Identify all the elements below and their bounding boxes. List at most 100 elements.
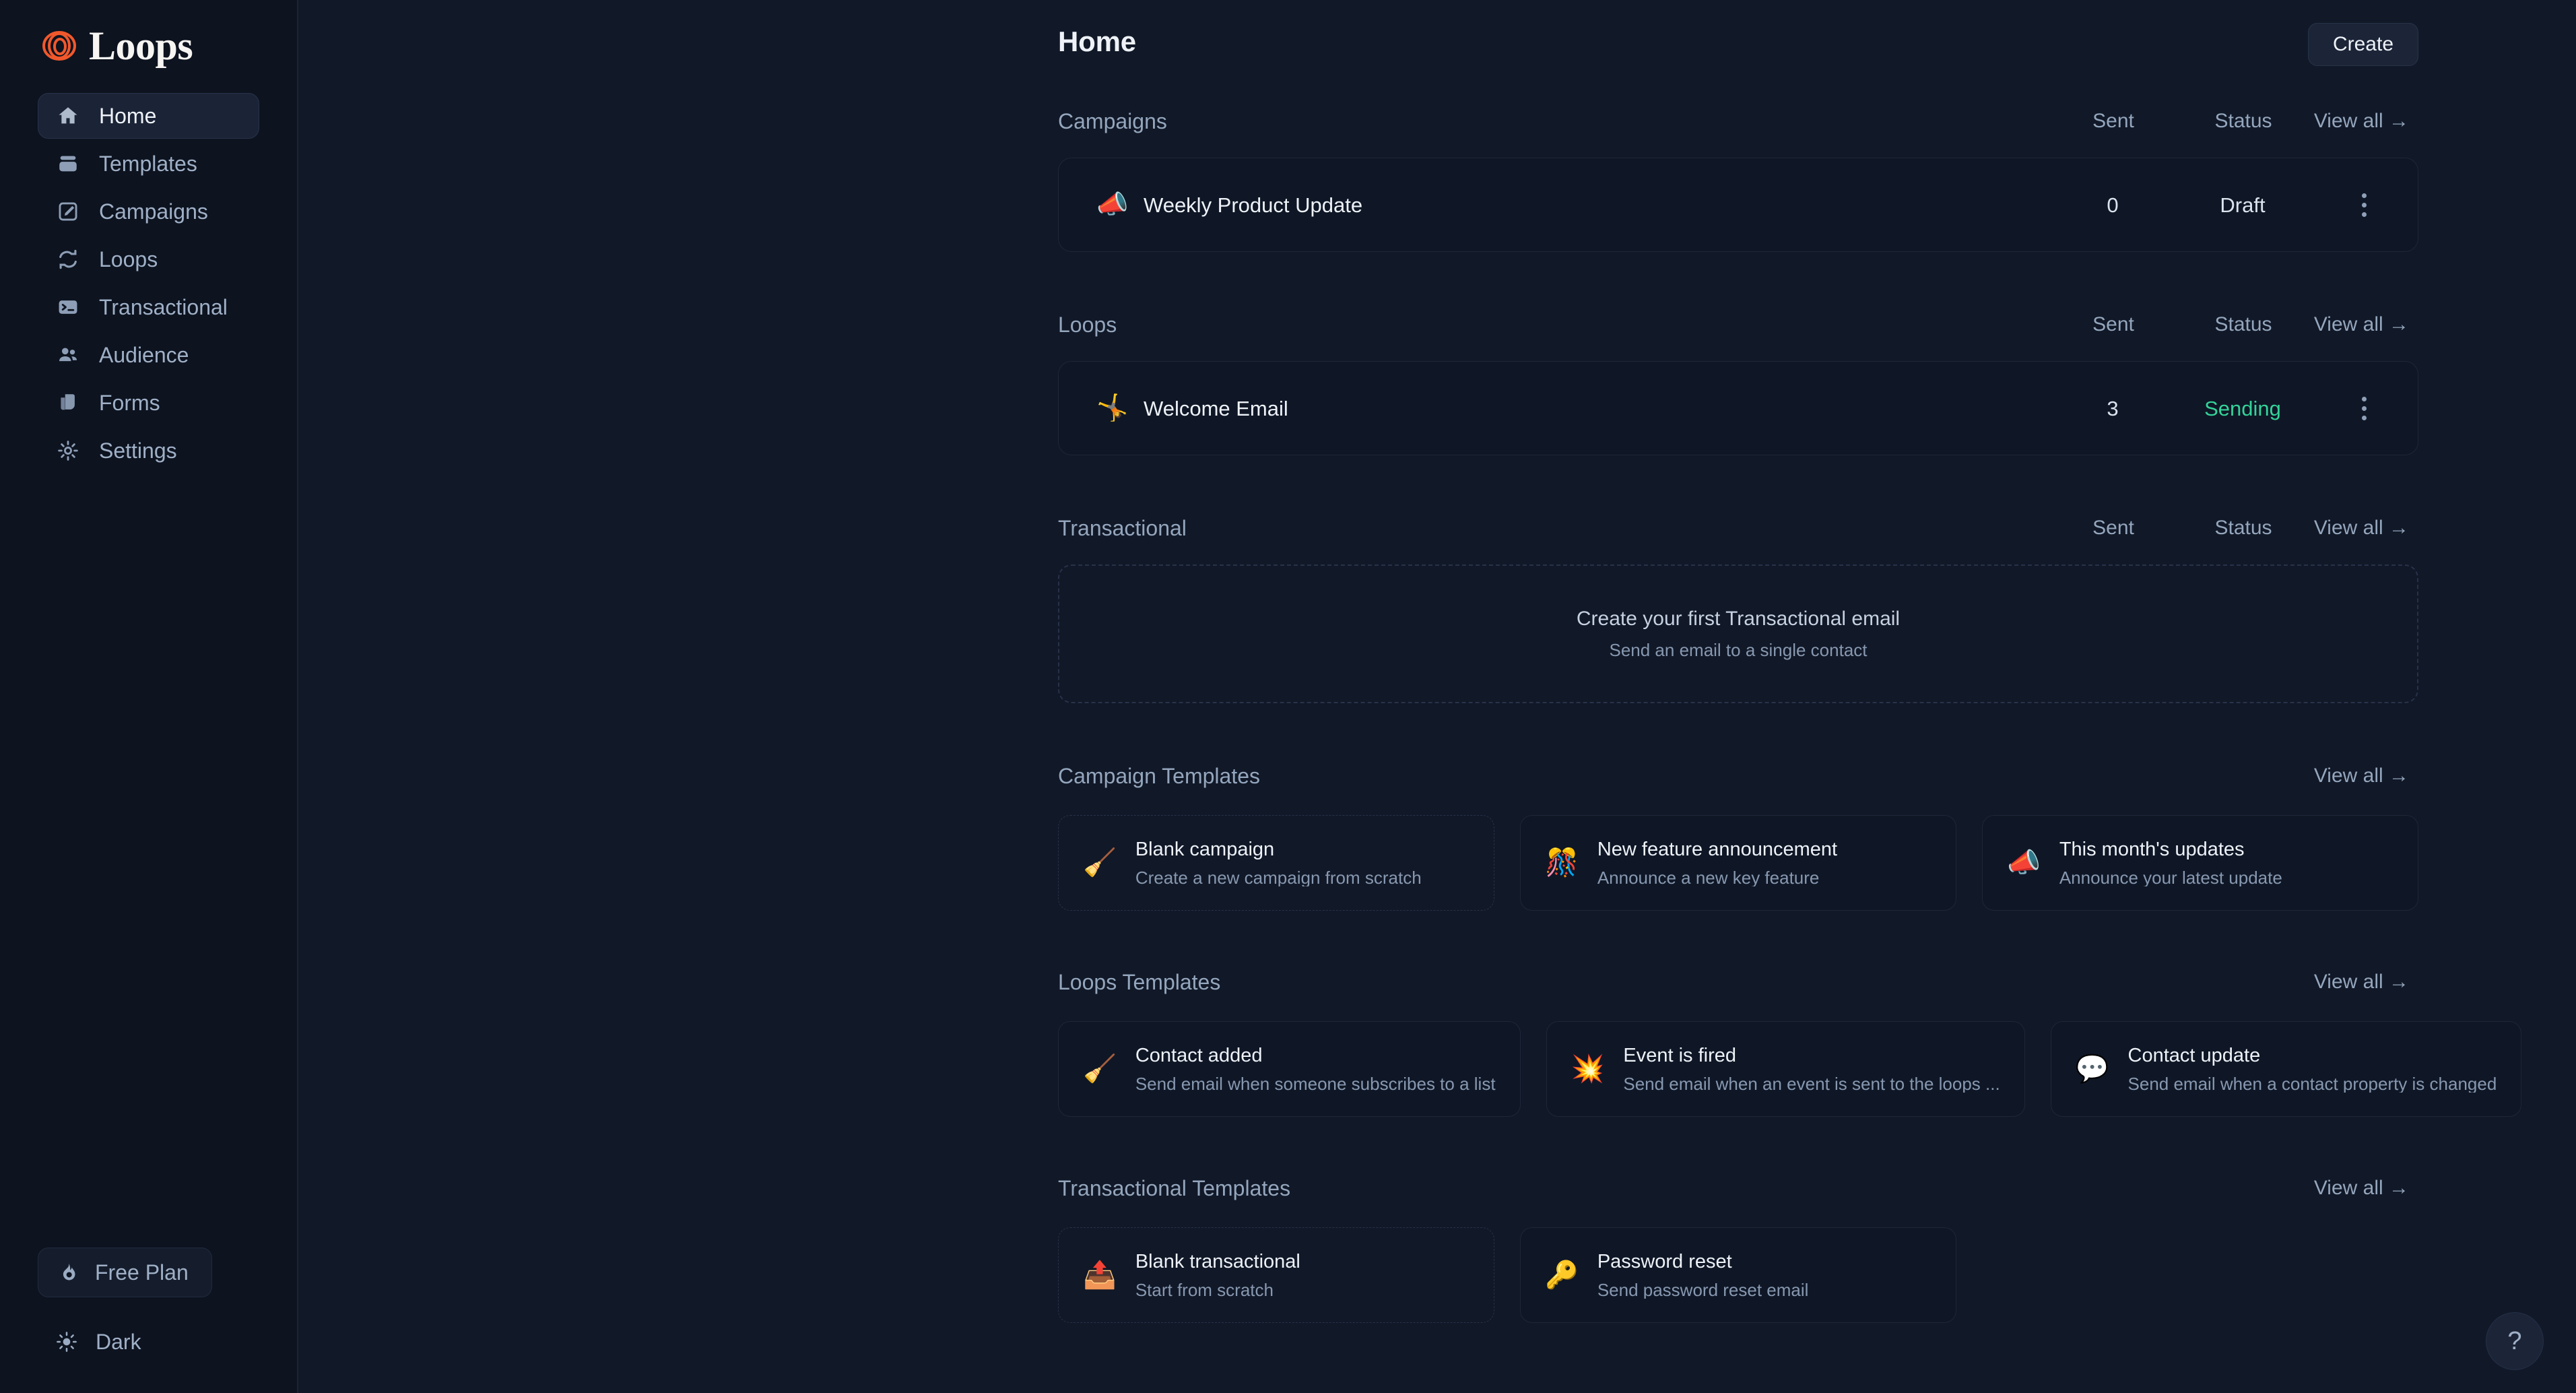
campaign-templates-view-all-link[interactable]: View all → xyxy=(2311,766,2418,786)
transactional-empty-state[interactable]: Create your first Transactional email Se… xyxy=(1058,564,2418,703)
template-card[interactable]: 💥 Event is fired Send email when an even… xyxy=(1546,1021,2025,1117)
sidebar-nav: Home Templates Campaigns Loops Transacti… xyxy=(38,93,259,474)
sidebar-item-label: Audience xyxy=(99,343,189,367)
template-description: Start from scratch xyxy=(1135,1281,1274,1299)
template-title: New feature announcement xyxy=(1597,839,1838,860)
theme-label: Dark xyxy=(96,1329,141,1354)
sidebar-item-loops[interactable]: Loops xyxy=(38,236,259,282)
terminal-icon xyxy=(56,295,80,319)
sidebar-item-label: Loops xyxy=(99,247,158,271)
template-card[interactable]: 🧹 Contact added Send email when someone … xyxy=(1058,1021,1521,1117)
column-header-status: Status xyxy=(2214,313,2272,335)
sidebar-footer: Free Plan Dark xyxy=(38,1248,259,1393)
template-card[interactable]: 🔑 Password reset Send password reset ema… xyxy=(1520,1227,1956,1323)
section-title: Transactional Templates xyxy=(1058,1176,1291,1200)
sidebar-item-home[interactable]: Home xyxy=(38,93,259,139)
free-plan-label: Free Plan xyxy=(95,1260,189,1285)
campaigns-view-all-link[interactable]: View all → xyxy=(2311,111,2418,131)
brand-name: Loops xyxy=(89,24,193,68)
free-plan-button[interactable]: Free Plan xyxy=(38,1248,212,1297)
template-card[interactable]: 🧹 Blank campaign Create a new campaign f… xyxy=(1058,815,1494,911)
confetti-ball-icon: 🎊 xyxy=(1545,848,1579,878)
help-button[interactable]: ? xyxy=(2486,1312,2544,1370)
template-description: Send password reset email xyxy=(1597,1281,1809,1299)
template-title: Contact update xyxy=(2127,1045,2261,1066)
template-description: Create a new campaign from scratch xyxy=(1135,868,1422,886)
column-header-status: Status xyxy=(2214,110,2272,132)
status-badge: Draft xyxy=(2220,193,2266,217)
transactional-view-all-link[interactable]: View all → xyxy=(2311,518,2418,538)
flame-icon xyxy=(56,1261,79,1284)
table-row[interactable]: 🤸 Welcome Email 3 Sending xyxy=(1058,361,2418,455)
sidebar: Loops Home Templates Campaigns Loops Tra… xyxy=(0,0,298,1393)
sidebar-item-label: Templates xyxy=(99,152,197,176)
status-badge: Sending xyxy=(2204,396,2281,420)
template-description: Announce a new key feature xyxy=(1597,868,1820,886)
vertical-dots-icon xyxy=(2361,193,2367,217)
app-root: Loops Home Templates Campaigns Loops Tra… xyxy=(0,0,2576,1393)
row-sent-count: 3 xyxy=(2107,396,2119,420)
loops-view-all-link[interactable]: View all → xyxy=(2311,315,2418,335)
page-title: Home xyxy=(1058,26,1136,57)
refresh-loop-icon xyxy=(56,247,80,271)
campaign-templates-section-header: Campaign Templates View all → xyxy=(1058,756,2418,796)
key-icon: 🔑 xyxy=(1545,1260,1579,1290)
home-icon xyxy=(56,104,80,128)
template-card[interactable]: 💬 Contact update Send email when a conta… xyxy=(2050,1021,2522,1117)
row-title: Weekly Product Update xyxy=(1144,193,1363,217)
table-row[interactable]: 📣 Weekly Product Update 0 Draft xyxy=(1058,158,2418,252)
sidebar-item-label: Forms xyxy=(99,391,160,415)
campaigns-section-header: Campaigns Sent Status View all → xyxy=(1058,101,2418,141)
template-description: Send email when an event is sent to the … xyxy=(1623,1074,2000,1093)
template-description: Send email when someone subscribes to a … xyxy=(1135,1074,1496,1093)
create-button[interactable]: Create xyxy=(2307,23,2418,66)
loops-templates-section-header: Loops Templates View all → xyxy=(1058,962,2418,1002)
row-overflow-menu-button[interactable] xyxy=(2310,158,2418,251)
sidebar-item-transactional[interactable]: Transactional xyxy=(38,284,259,330)
broom-icon: 🧹 xyxy=(1083,1054,1117,1084)
loops-spiral-icon xyxy=(42,31,76,61)
sidebar-item-label: Home xyxy=(99,104,157,128)
transactional-section-header: Transactional Sent Status View all → xyxy=(1058,508,2418,548)
templates-icon xyxy=(56,152,80,176)
sidebar-item-audience[interactable]: Audience xyxy=(38,332,259,378)
edit-square-icon xyxy=(56,199,80,224)
column-header-status: Status xyxy=(2214,517,2272,539)
sidebar-item-settings[interactable]: Settings xyxy=(38,428,259,474)
megaphone-icon: 📣 xyxy=(1096,191,1129,219)
question-mark-icon: ? xyxy=(2507,1327,2522,1355)
section-title: Campaign Templates xyxy=(1058,764,1261,788)
row-sent-count: 0 xyxy=(2107,193,2119,217)
sidebar-item-templates[interactable]: Templates xyxy=(38,141,259,187)
column-header-sent: Sent xyxy=(2092,110,2134,132)
section-title: Loops Templates xyxy=(1058,970,1221,994)
template-card[interactable]: 📤 Blank transactional Start from scratch xyxy=(1058,1227,1494,1323)
vertical-dots-icon xyxy=(2361,396,2367,420)
sidebar-item-forms[interactable]: Forms xyxy=(38,380,259,426)
cartwheel-person-icon: 🤸 xyxy=(1096,394,1129,422)
gear-icon xyxy=(56,439,80,463)
section-title: Campaigns xyxy=(1058,109,1167,133)
row-overflow-menu-button[interactable] xyxy=(2310,362,2418,455)
brand-logo[interactable]: Loops xyxy=(38,26,259,66)
theme-toggle[interactable]: Dark xyxy=(38,1322,259,1362)
main-content: Home Create Campaigns Sent Status View a… xyxy=(298,0,2576,1393)
empty-state-subtitle: Send an email to a single contact xyxy=(1609,640,1868,660)
template-title: Password reset xyxy=(1597,1252,1732,1272)
loops-templates-view-all-link[interactable]: View all → xyxy=(2311,972,2418,992)
template-title: This month's updates xyxy=(2059,839,2245,860)
transactional-templates-grid: 📤 Blank transactional Start from scratch… xyxy=(1058,1227,2418,1323)
transactional-templates-view-all-link[interactable]: View all → xyxy=(2311,1178,2418,1198)
outbox-tray-icon: 📤 xyxy=(1083,1260,1117,1290)
section-title: Loops xyxy=(1058,313,1117,337)
sun-icon xyxy=(55,1330,78,1353)
template-card[interactable]: 🎊 New feature announcement Announce a ne… xyxy=(1520,815,1956,911)
template-description: Announce your latest update xyxy=(2059,868,2282,886)
section-title: Transactional xyxy=(1058,516,1187,540)
transactional-templates-section-header: Transactional Templates View all → xyxy=(1058,1168,2418,1208)
sidebar-item-campaigns[interactable]: Campaigns xyxy=(38,189,259,234)
template-card[interactable]: 📣 This month's updates Announce your lat… xyxy=(1982,815,2418,911)
collision-icon: 💥 xyxy=(1571,1054,1605,1084)
sidebar-item-label: Transactional xyxy=(99,295,228,319)
people-icon xyxy=(56,343,80,367)
